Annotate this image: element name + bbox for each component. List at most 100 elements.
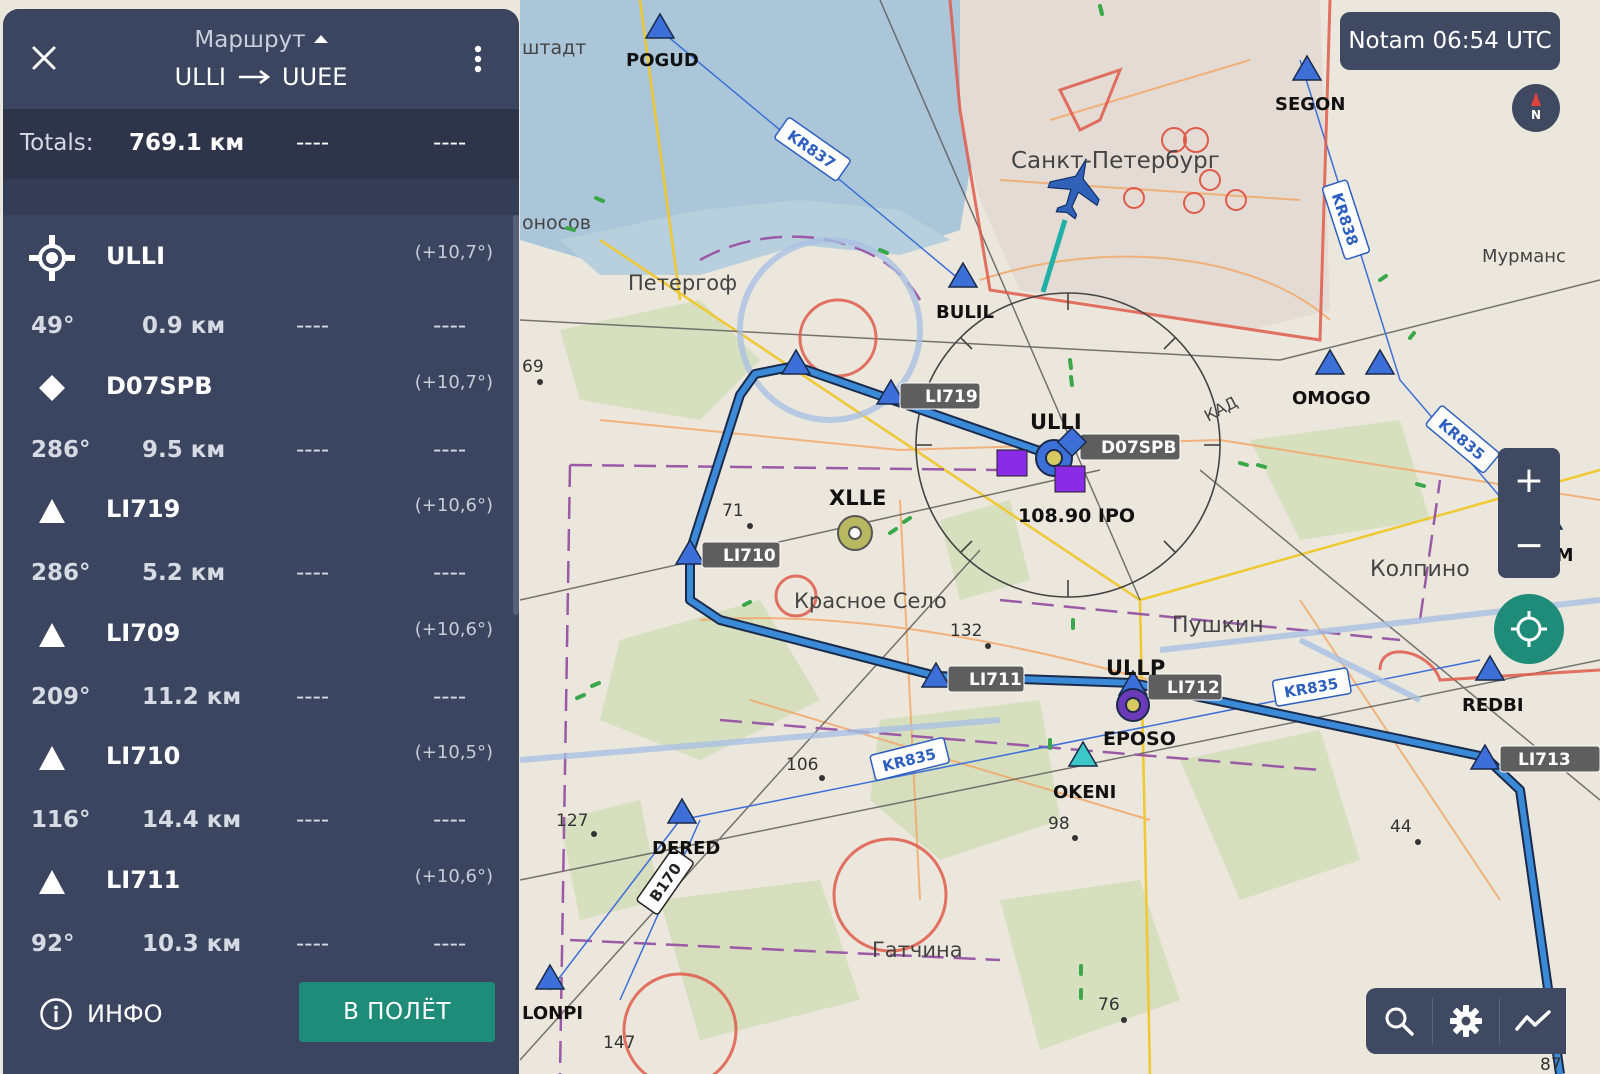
waypoint-row[interactable]: LI719 (+10,6°) bbox=[3, 478, 519, 540]
route-title-dropdown[interactable]: Маршрут bbox=[133, 27, 389, 53]
leg-row: 49° 0.9 км ---- ---- bbox=[3, 307, 519, 347]
waypoint-label: DERED bbox=[652, 838, 720, 859]
leg-row: 116° 14.4 км ---- ---- bbox=[3, 801, 519, 841]
leg-row: 286° 5.2 км ---- ---- bbox=[3, 554, 519, 594]
triangle-icon bbox=[27, 733, 77, 783]
settings-button[interactable] bbox=[1433, 988, 1499, 1054]
route-title: Маршрут bbox=[194, 27, 306, 53]
triangle-icon bbox=[27, 486, 77, 536]
leg-time: ---- bbox=[296, 560, 330, 586]
route-from: ULLI bbox=[174, 63, 226, 91]
route-label: LI712 bbox=[1167, 678, 1220, 698]
panel-spacer bbox=[3, 179, 519, 215]
close-icon bbox=[32, 46, 56, 70]
waypoint-label: SEGON bbox=[1275, 94, 1345, 115]
place-name: Красное Село bbox=[794, 589, 947, 613]
waypoint-label: OMOGO bbox=[1292, 388, 1371, 409]
arrow-right-icon bbox=[238, 70, 270, 84]
waypoint-name: ULLI bbox=[106, 242, 166, 270]
place-name: Пушкин bbox=[1172, 613, 1264, 638]
elevation-label: 69 bbox=[522, 357, 544, 377]
triangle-icon bbox=[27, 610, 77, 660]
leg-fuel: ---- bbox=[433, 313, 467, 339]
leg-time: ---- bbox=[296, 807, 330, 833]
totals-distance: 769.1 км bbox=[129, 130, 245, 156]
leg-distance: 5.2 км bbox=[142, 560, 226, 586]
elevation-label: 147 bbox=[603, 1033, 635, 1053]
caret-up-icon bbox=[313, 35, 328, 43]
navaid-label: 108.90 IPO bbox=[1018, 505, 1135, 527]
waypoint-row[interactable]: ULLI (+10,7°) bbox=[3, 225, 519, 287]
more-menu-button[interactable] bbox=[461, 39, 495, 79]
waypoint-list[interactable]: ULLI (+10,7°) 49° 0.9 км ---- ---- D07SP… bbox=[3, 215, 519, 969]
elevation-label: 44 bbox=[1390, 817, 1412, 837]
map-toolbar bbox=[1366, 988, 1566, 1054]
gear-icon bbox=[1450, 1005, 1482, 1037]
magnetic-variation: (+10,6°) bbox=[414, 619, 493, 640]
waypoint-name: LI719 bbox=[106, 495, 181, 523]
close-button[interactable] bbox=[25, 39, 63, 77]
leg-distance: 14.4 км bbox=[142, 807, 242, 833]
elevation-label: 132 bbox=[950, 621, 982, 641]
waypoint-label: LONPI bbox=[522, 1003, 583, 1024]
panel-header: Маршрут ULLI UUEE bbox=[3, 9, 519, 109]
route-label: LI713 bbox=[1518, 750, 1571, 770]
panel-footer: ИНФО В ПОЛЁТ bbox=[3, 969, 519, 1074]
more-vertical-icon bbox=[474, 45, 482, 73]
route-to: UUEE bbox=[281, 63, 348, 91]
elevation-profile-button[interactable] bbox=[1500, 988, 1566, 1054]
leg-distance: 11.2 км bbox=[142, 684, 242, 710]
elevation-label: 76 bbox=[1098, 995, 1120, 1015]
triangle-icon bbox=[27, 857, 77, 907]
waypoint-label: POGUD bbox=[626, 50, 699, 71]
line-chart-icon bbox=[1515, 1010, 1551, 1031]
leg-heading: 209° bbox=[31, 684, 91, 710]
leg-heading: 92° bbox=[31, 931, 75, 957]
leg-time: ---- bbox=[296, 931, 330, 957]
search-button[interactable] bbox=[1366, 988, 1432, 1054]
place-name: Колпино bbox=[1370, 557, 1470, 582]
leg-time: ---- bbox=[296, 684, 330, 710]
waypoint-row[interactable]: LI709 (+10,6°) bbox=[3, 602, 519, 664]
airport-label: EPOSO bbox=[1103, 728, 1176, 750]
leg-distance: 10.3 км bbox=[142, 931, 242, 957]
elevation-label: 71 bbox=[722, 501, 744, 521]
leg-row: 209° 11.2 км ---- ---- bbox=[3, 678, 519, 718]
leg-distance: 0.9 км bbox=[142, 313, 226, 339]
search-icon bbox=[1385, 1007, 1414, 1036]
totals-time: ---- bbox=[296, 130, 330, 156]
elevation-label: 87 bbox=[1540, 1055, 1562, 1074]
waypoint-label: OKENI bbox=[1053, 782, 1116, 803]
leg-time: ---- bbox=[296, 437, 330, 463]
list-scrollbar[interactable] bbox=[513, 215, 519, 615]
leg-fuel: ---- bbox=[433, 684, 467, 710]
info-button[interactable]: ИНФО bbox=[39, 989, 163, 1039]
leg-row: 92° 10.3 км ---- ---- bbox=[3, 925, 519, 965]
totals-label: Totals: bbox=[20, 130, 94, 156]
info-icon bbox=[40, 998, 72, 1030]
waypoint-label: BULIL bbox=[936, 302, 994, 323]
leg-fuel: ---- bbox=[433, 437, 467, 463]
airport-label: ULLI bbox=[1030, 410, 1082, 434]
waypoint-row[interactable]: LI711 (+10,6°) bbox=[3, 849, 519, 911]
route-path: ULLI UUEE bbox=[133, 63, 389, 91]
airport-icon bbox=[27, 233, 77, 283]
waypoint-row[interactable]: D07SPB (+10,7°) bbox=[3, 355, 519, 417]
locate-button[interactable] bbox=[1494, 594, 1564, 664]
crosshair-icon bbox=[1511, 611, 1547, 647]
totals-row: Totals: 769.1 км ---- ---- bbox=[3, 109, 519, 179]
elevation-label: 106 bbox=[786, 755, 818, 775]
notam-button[interactable]: Notam 06:54 UTC bbox=[1340, 12, 1560, 70]
compass-button[interactable]: N bbox=[1512, 84, 1560, 132]
compass-north-label: N bbox=[1530, 108, 1542, 122]
airport-label: XLLE bbox=[829, 486, 886, 510]
route-panel: Маршрут ULLI UUEE Totals: 769.1 км ---- … bbox=[3, 9, 519, 1074]
elevation-label: 98 bbox=[1048, 814, 1070, 834]
start-flight-button[interactable]: В ПОЛЁТ bbox=[299, 982, 495, 1042]
leg-time: ---- bbox=[296, 313, 330, 339]
zoom-out-button[interactable]: − bbox=[1498, 513, 1560, 578]
waypoint-name: D07SPB bbox=[106, 372, 213, 400]
zoom-in-button[interactable]: + bbox=[1498, 448, 1560, 513]
waypoint-row[interactable]: LI710 (+10,5°) bbox=[3, 725, 519, 787]
magnetic-variation: (+10,5°) bbox=[414, 742, 493, 763]
